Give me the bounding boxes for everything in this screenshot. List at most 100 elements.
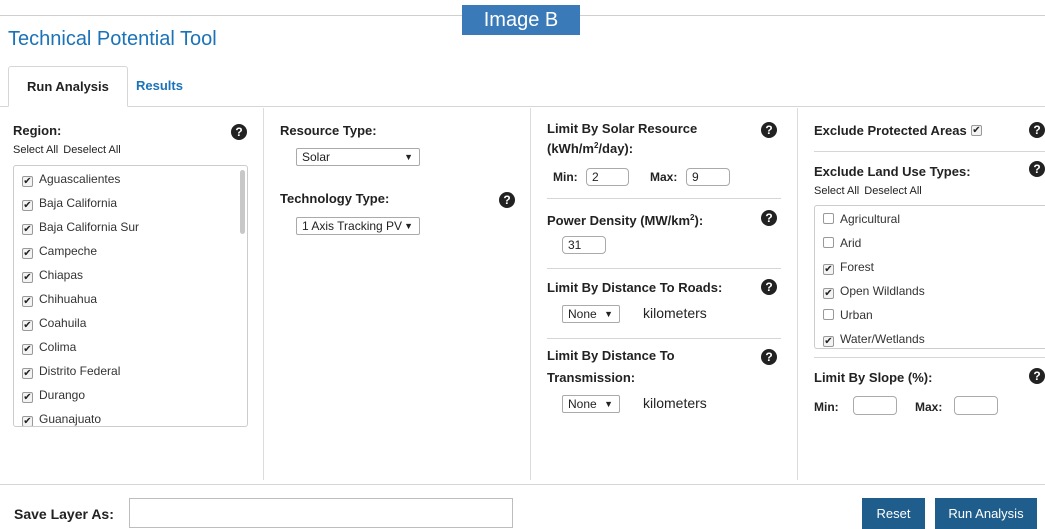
roads-label: Limit By Distance To Roads: bbox=[547, 280, 723, 295]
region-list-item-label: Baja California bbox=[39, 196, 118, 210]
region-list-scrollbar[interactable] bbox=[240, 170, 245, 234]
transmission-label-line1: Limit By Distance To bbox=[547, 348, 675, 363]
chevron-down-icon: ▼ bbox=[604, 309, 613, 319]
transmission-distance-select[interactable]: None ▼ bbox=[562, 395, 620, 413]
land-use-list-item[interactable]: Agricultural bbox=[823, 211, 900, 227]
land-use-list-item[interactable]: ✔ Open Wildlands bbox=[823, 283, 925, 299]
region-select-all-link[interactable]: Select All bbox=[13, 144, 58, 156]
protected-help-icon[interactable]: ? bbox=[1029, 122, 1045, 138]
section-divider bbox=[814, 357, 1045, 358]
checkbox-icon[interactable]: ✔ bbox=[22, 200, 33, 211]
chevron-down-icon: ▼ bbox=[404, 152, 413, 162]
technology-type-label: Technology Type: bbox=[280, 191, 390, 206]
checkbox-icon[interactable]: ✔ bbox=[22, 368, 33, 379]
region-list-item[interactable]: ✔ Colima bbox=[22, 339, 76, 355]
region-list-item[interactable]: ✔ Baja California bbox=[22, 195, 117, 211]
checkbox-icon[interactable]: ✔ bbox=[22, 272, 33, 283]
checkbox-icon[interactable]: ✔ bbox=[823, 288, 834, 299]
checkbox-icon[interactable]: ✔ bbox=[823, 336, 834, 347]
roads-help-icon[interactable]: ? bbox=[761, 279, 777, 295]
region-deselect-all-link[interactable]: Deselect All bbox=[63, 144, 120, 156]
land-use-list-item-label: Arid bbox=[840, 236, 862, 250]
region-list-item[interactable]: ✔ Chiapas bbox=[22, 267, 83, 283]
region-list-item[interactable]: ✔ Coahuila bbox=[22, 315, 86, 331]
save-layer-input[interactable] bbox=[129, 498, 513, 528]
land-use-help-icon[interactable]: ? bbox=[1029, 161, 1045, 177]
region-list-item[interactable]: ✔ Durango bbox=[22, 387, 85, 403]
column-divider bbox=[263, 108, 264, 480]
section-divider bbox=[814, 151, 1045, 152]
chevron-down-icon: ▼ bbox=[404, 221, 413, 231]
checkbox-icon[interactable]: ✔ bbox=[22, 224, 33, 235]
slope-max-input[interactable] bbox=[954, 396, 998, 415]
land-use-label: Exclude Land Use Types: bbox=[814, 164, 971, 179]
checkbox-icon[interactable]: ✔ bbox=[22, 416, 33, 426]
solar-max-input[interactable]: 9 bbox=[686, 168, 730, 186]
region-list-item-label: Colima bbox=[39, 340, 77, 354]
tab-run-analysis[interactable]: Run Analysis bbox=[8, 66, 128, 107]
roads-distance-select[interactable]: None ▼ bbox=[562, 305, 620, 323]
region-list-item[interactable]: ✔ Aguascalientes bbox=[22, 171, 120, 187]
checkbox-icon[interactable] bbox=[823, 309, 834, 320]
checkbox-icon[interactable]: ✔ bbox=[22, 296, 33, 307]
land-use-select-all-link[interactable]: Select All bbox=[814, 185, 859, 197]
section-divider bbox=[547, 338, 781, 339]
technology-help-icon[interactable]: ? bbox=[499, 192, 515, 208]
tab-results[interactable]: Results bbox=[118, 66, 201, 107]
land-use-list[interactable]: Agricultural Arid ✔ Forest ✔ Open Wildlands Ur… bbox=[814, 205, 1045, 349]
land-use-list-item[interactable]: Urban bbox=[823, 307, 873, 323]
land-use-list-item[interactable]: ✔ Forest bbox=[823, 259, 874, 275]
power-density-help-icon[interactable]: ? bbox=[761, 210, 777, 226]
region-list-item[interactable]: ✔ Baja California Sur bbox=[22, 219, 139, 235]
transmission-help-icon[interactable]: ? bbox=[761, 349, 777, 365]
checkbox-icon[interactable]: ✔ bbox=[22, 392, 33, 403]
checkbox-icon[interactable]: ✔ bbox=[22, 320, 33, 331]
land-use-list-item[interactable]: ✔ Water/Wetlands bbox=[823, 331, 925, 347]
region-list-item[interactable]: ✔ Guanajuato bbox=[22, 411, 101, 426]
region-list-item-label: Aguascalientes bbox=[39, 172, 121, 186]
technology-type-value: 1 Axis Tracking PV bbox=[302, 219, 403, 233]
land-use-list-item-label: Water/Wetlands bbox=[840, 332, 925, 346]
region-list-item[interactable]: ✔ Chihuahua bbox=[22, 291, 97, 307]
solar-min-input[interactable]: 2 bbox=[586, 168, 629, 186]
slope-min-label: Min: bbox=[814, 400, 839, 414]
power-density-input[interactable]: 31 bbox=[562, 236, 606, 254]
resource-type-select[interactable]: Solar ▼ bbox=[296, 148, 420, 166]
resource-type-label: Resource Type: bbox=[280, 123, 377, 138]
section-divider bbox=[547, 198, 781, 199]
tab-bar: Run Analysis Results bbox=[8, 66, 1045, 107]
checkbox-icon[interactable]: ✔ bbox=[22, 176, 33, 187]
protected-areas-label: Exclude Protected Areas bbox=[814, 123, 967, 138]
land-use-list-item[interactable]: Arid bbox=[823, 235, 861, 251]
checkbox-icon[interactable]: ✔ bbox=[823, 264, 834, 275]
run-analysis-button[interactable]: Run Analysis bbox=[935, 498, 1037, 529]
solar-resource-label-line1: Limit By Solar Resource bbox=[547, 121, 698, 136]
checkbox-icon[interactable] bbox=[823, 213, 834, 224]
slope-min-input[interactable] bbox=[853, 396, 897, 415]
slope-help-icon[interactable]: ? bbox=[1029, 368, 1045, 384]
transmission-label-line2: Transmission: bbox=[547, 370, 636, 385]
resource-type-value: Solar bbox=[302, 150, 331, 164]
checkbox-icon[interactable]: ✔ bbox=[22, 248, 33, 259]
solar-resource-label-line2: (kWh/m2/day): bbox=[547, 141, 634, 156]
image-overlay-label: Image B bbox=[462, 5, 580, 35]
reset-button[interactable]: Reset bbox=[862, 498, 925, 529]
protected-areas-checkbox[interactable]: ✔ bbox=[971, 125, 982, 136]
slope-label: Limit By Slope (%): bbox=[814, 370, 933, 385]
region-list-item[interactable]: ✔ Campeche bbox=[22, 243, 97, 259]
land-use-list-item-label: Forest bbox=[840, 260, 875, 274]
land-use-list-item-label: Open Wildlands bbox=[840, 284, 925, 298]
region-help-icon[interactable]: ? bbox=[231, 124, 247, 140]
solar-help-icon[interactable]: ? bbox=[761, 122, 777, 138]
region-list-item-label: Coahuila bbox=[39, 316, 87, 330]
land-use-deselect-all-link[interactable]: Deselect All bbox=[864, 185, 921, 197]
technology-type-select[interactable]: 1 Axis Tracking PV ▼ bbox=[296, 217, 420, 235]
power-density-label: Power Density (MW/km2): bbox=[547, 213, 704, 228]
region-list[interactable]: ✔ Aguascalientes ✔ Baja California ✔ Baja Cal… bbox=[13, 165, 248, 427]
save-layer-label: Save Layer As: bbox=[14, 506, 114, 522]
checkbox-icon[interactable] bbox=[823, 237, 834, 248]
transmission-unit: kilometers bbox=[643, 395, 707, 411]
region-list-item[interactable]: ✔ Distrito Federal bbox=[22, 363, 120, 379]
region-label: Region: bbox=[13, 123, 62, 138]
checkbox-icon[interactable]: ✔ bbox=[22, 344, 33, 355]
